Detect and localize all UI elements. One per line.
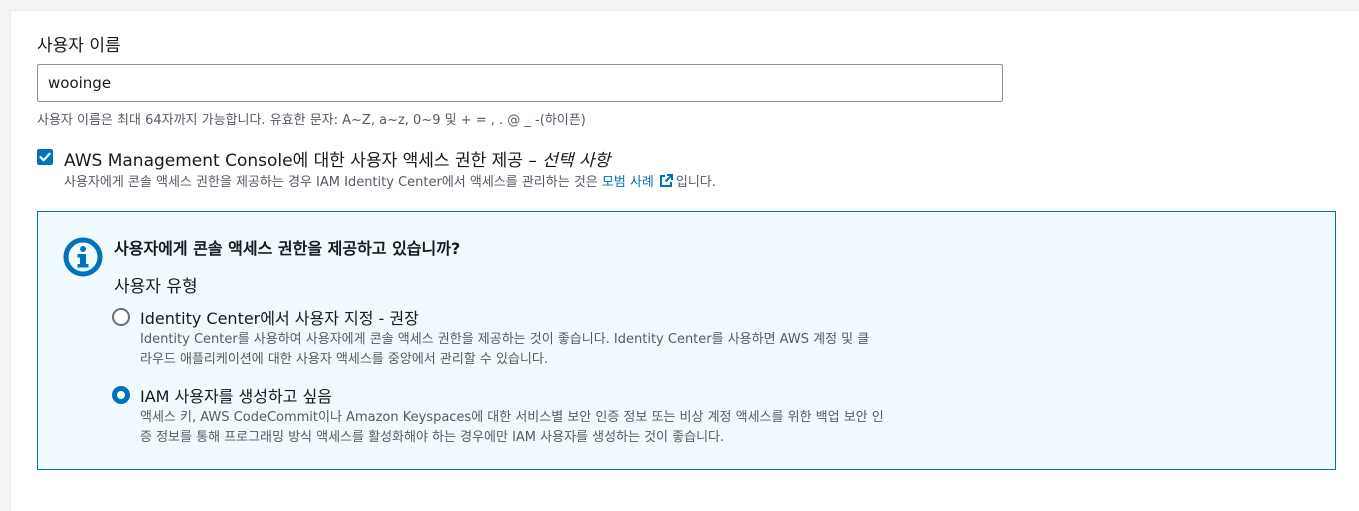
console-access-info-box: 사용자에게 콘솔 액세스 권한을 제공하고 있습니까? 사용자 유형 Ident… [37, 211, 1336, 470]
best-practice-link-text: 모범 사례 [601, 175, 654, 190]
option-identity-center-desc-line1: Identity Center를 사용하여 사용자에게 콘솔 액세스 권한을 제… [140, 332, 870, 347]
option-identity-center-desc-line2: 라우드 애플리케이션에 대한 사용자 액세스를 중앙에서 관리할 수 있습니다. [140, 352, 548, 367]
console-access-description: 사용자에게 콘솔 액세스 권한을 제공하는 경우 IAM Identity Ce… [64, 171, 716, 190]
option-iam-user-title[interactable]: IAM 사용자를 생성하고 싶음 [140, 383, 332, 407]
user-type-label: 사용자 유형 [114, 277, 198, 297]
username-input[interactable] [37, 64, 1003, 102]
best-practice-link[interactable]: 모범 사례 [601, 174, 676, 190]
info-title: 사용자에게 콘솔 액세스 권한을 제공하고 있습니까? [114, 239, 461, 258]
username-label: 사용자 이름 [37, 36, 121, 56]
checkmark-icon [39, 152, 51, 162]
console-access-checkbox[interactable] [37, 149, 53, 165]
option-iam-user-description: 액세스 키, AWS CodeCommit이나 Amazon Keyspaces… [140, 408, 1020, 448]
user-details-panel: 사용자 이름 사용자 이름은 최대 64자까지 가능합니다. 유효한 문자: A… [10, 10, 1359, 511]
option-iam-user-desc-line2: 증 정보를 통해 프로그래밍 방식 액세스를 활성화해야 하는 경우에만 IAM… [140, 430, 725, 445]
console-access-desc-text: 사용자에게 콘솔 액세스 권한을 제공하는 경우 IAM Identity Ce… [64, 175, 598, 190]
console-access-label-text: AWS Management Console에 대한 사용자 액세스 권한 제공… [64, 151, 537, 171]
option-identity-center-title[interactable]: Identity Center에서 사용자 지정 - 권장 [140, 305, 419, 329]
optional-tag: 선택 사항 [542, 151, 611, 171]
radio-iam-user[interactable] [112, 386, 130, 404]
radio-identity-center[interactable] [112, 308, 130, 326]
username-hint: 사용자 이름은 최대 64자까지 가능합니다. 유효한 문자: A~Z, a~z… [37, 113, 586, 128]
external-link-icon [659, 174, 673, 187]
console-access-desc-suffix: 입니다. [675, 175, 716, 190]
info-icon [63, 237, 103, 277]
option-iam-user-desc-line1: 액세스 키, AWS CodeCommit이나 Amazon Keyspaces… [140, 410, 884, 425]
option-identity-center-description: Identity Center를 사용하여 사용자에게 콘솔 액세스 권한을 제… [140, 330, 1020, 370]
console-access-label[interactable]: AWS Management Console에 대한 사용자 액세스 권한 제공… [64, 146, 610, 171]
